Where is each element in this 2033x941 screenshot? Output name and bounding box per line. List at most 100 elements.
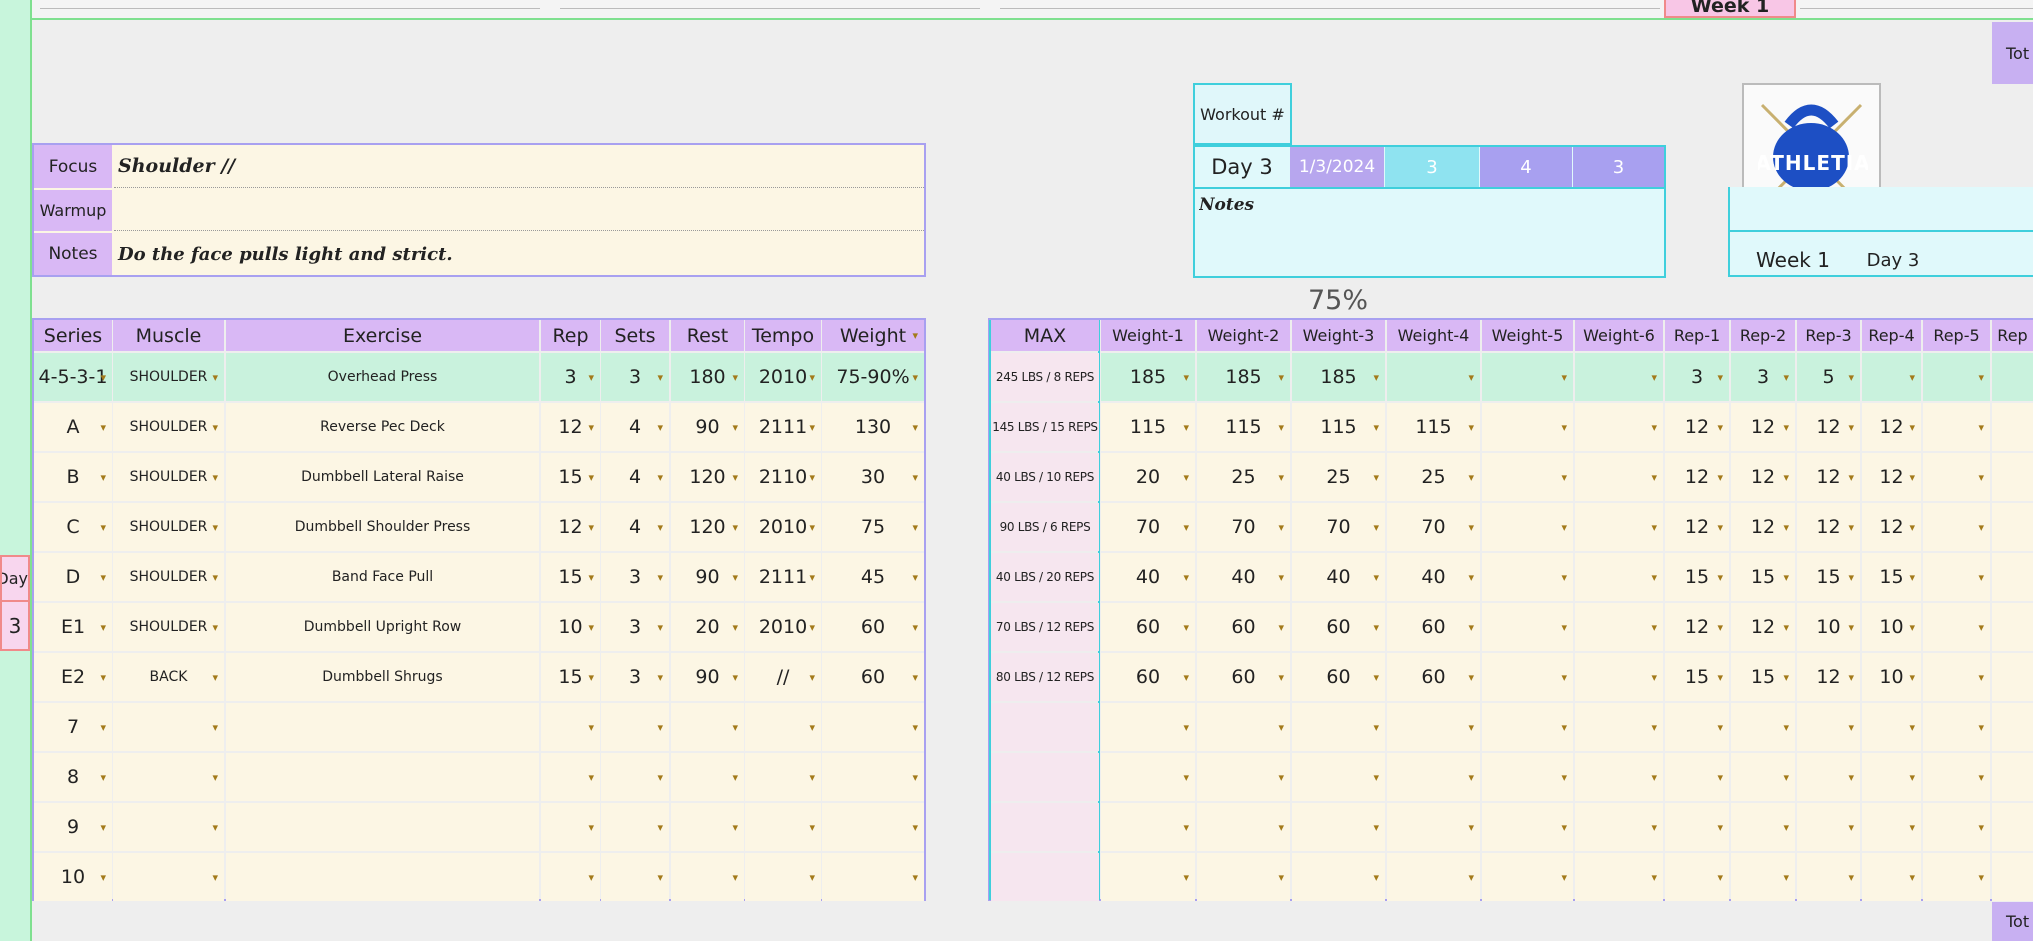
cell-weight-5[interactable]	[1482, 803, 1573, 851]
cell-rest[interactable]: 90	[671, 553, 744, 601]
cell-rep[interactable]	[541, 803, 600, 851]
cell-rep-5[interactable]	[1923, 403, 1990, 451]
cell-tempo[interactable]: //	[745, 653, 821, 701]
cell-rep-2[interactable]: 12	[1731, 453, 1795, 501]
cell-weight-3[interactable]: 25	[1292, 453, 1385, 501]
cell-max[interactable]	[991, 703, 1099, 751]
cell-rep-3[interactable]	[1797, 753, 1860, 801]
cell-sets[interactable]: 4	[601, 503, 669, 551]
cell-weight[interactable]: 30	[822, 453, 924, 501]
cell-weight-3[interactable]: 60	[1292, 603, 1385, 651]
cell-rep-5[interactable]	[1923, 653, 1990, 701]
cell-weight[interactable]: 75	[822, 503, 924, 551]
cell-tempo[interactable]: 2010	[745, 503, 821, 551]
cell-rep-4[interactable]	[1862, 753, 1921, 801]
cell-rep-3[interactable]	[1797, 803, 1860, 851]
cell-tempo[interactable]: 2010	[745, 603, 821, 651]
cell-sets[interactable]: 3	[601, 653, 669, 701]
cell-weight-3[interactable]: 40	[1292, 553, 1385, 601]
cell-sets[interactable]: 3	[601, 603, 669, 651]
cell-series[interactable]: A	[34, 403, 112, 451]
cell-weight-1[interactable]	[1101, 803, 1195, 851]
cell-weight-2[interactable]	[1197, 803, 1290, 851]
cell-muscle[interactable]: SHOULDER	[113, 403, 224, 451]
cell-rep-1[interactable]: 12	[1665, 453, 1729, 501]
cell-rep-5[interactable]	[1923, 603, 1990, 651]
cell-rep-5[interactable]	[1923, 453, 1990, 501]
cell-weight-4[interactable]: 115	[1387, 403, 1480, 451]
cell-sets[interactable]: 4	[601, 453, 669, 501]
cell-muscle[interactable]: SHOULDER	[113, 453, 224, 501]
cell-weight-1[interactable]: 70	[1101, 503, 1195, 551]
cell-rep-2[interactable]: 12	[1731, 503, 1795, 551]
cell-weight-3[interactable]	[1292, 853, 1385, 901]
cell-weight-5[interactable]	[1482, 453, 1573, 501]
cell-tempo[interactable]: 2110	[745, 453, 821, 501]
cell-weight-6[interactable]	[1575, 453, 1663, 501]
cell-weight-2[interactable]: 60	[1197, 653, 1290, 701]
cell-rep-3[interactable]: 15	[1797, 553, 1860, 601]
cell-series[interactable]: D	[34, 553, 112, 601]
cell-rep-6[interactable]	[1992, 653, 2033, 701]
cell-rep-6[interactable]	[1992, 853, 2033, 901]
cell-sets[interactable]	[601, 803, 669, 851]
cell-weight-1[interactable]: 115	[1101, 403, 1195, 451]
cell-series[interactable]: 10	[34, 853, 112, 901]
cell-exercise[interactable]: Dumbbell Upright Row	[226, 603, 539, 651]
cell-rep-1[interactable]	[1665, 753, 1729, 801]
cell-weight-1[interactable]	[1101, 753, 1195, 801]
cell-rep-5[interactable]	[1923, 703, 1990, 751]
cell-rep-4[interactable]: 10	[1862, 603, 1921, 651]
cell-tempo[interactable]	[745, 853, 821, 901]
cell-rep-3[interactable]	[1797, 853, 1860, 901]
cell-max[interactable]	[991, 803, 1099, 851]
cell-exercise[interactable]: Dumbbell Shoulder Press	[226, 503, 539, 551]
cell-rep-6[interactable]	[1992, 503, 2033, 551]
week-tab[interactable]: Week 1	[1664, 0, 1796, 18]
cell-series[interactable]: 4-5-3-1	[34, 353, 112, 401]
cell-rep-6[interactable]	[1992, 703, 2033, 751]
cell-exercise[interactable]: Dumbbell Lateral Raise	[226, 453, 539, 501]
cell-sets[interactable]	[601, 853, 669, 901]
cell-rep-6[interactable]	[1992, 453, 2033, 501]
cell-rep-2[interactable]: 3	[1731, 353, 1795, 401]
cell-rep-5[interactable]	[1923, 503, 1990, 551]
cell-weight[interactable]: 60	[822, 603, 924, 651]
cell-weight-6[interactable]	[1575, 803, 1663, 851]
cell-rep-1[interactable]	[1665, 803, 1729, 851]
cell-rep[interactable]: 12	[541, 403, 600, 451]
cell-series[interactable]: 8	[34, 753, 112, 801]
cell-rep-4[interactable]: 15	[1862, 553, 1921, 601]
cell-rep[interactable]: 15	[541, 453, 600, 501]
cell-weight[interactable]	[822, 853, 924, 901]
cell-rep-3[interactable]	[1797, 703, 1860, 751]
cell-rest[interactable]: 20	[671, 603, 744, 651]
cell-weight-5[interactable]	[1482, 703, 1573, 751]
cell-weight-1[interactable]: 60	[1101, 653, 1195, 701]
cell-rep-1[interactable]: 12	[1665, 403, 1729, 451]
cell-weight-6[interactable]	[1575, 853, 1663, 901]
cell-rep-4[interactable]	[1862, 703, 1921, 751]
cell-weight[interactable]: 75-90%	[822, 353, 924, 401]
workout-date[interactable]: 1/3/2024	[1290, 147, 1384, 187]
cell-rep-1[interactable]: 3	[1665, 353, 1729, 401]
cell-weight-5[interactable]	[1482, 353, 1573, 401]
cell-weight-4[interactable]: 40	[1387, 553, 1480, 601]
cell-exercise[interactable]: Dumbbell Shrugs	[226, 653, 539, 701]
cell-rep-5[interactable]	[1923, 353, 1990, 401]
cell-rep-4[interactable]	[1862, 803, 1921, 851]
cell-rep[interactable]	[541, 753, 600, 801]
cell-weight-2[interactable]: 115	[1197, 403, 1290, 451]
cell-weight-4[interactable]: 60	[1387, 653, 1480, 701]
cell-weight[interactable]	[822, 803, 924, 851]
cell-rep-6[interactable]	[1992, 403, 2033, 451]
cell-rep-4[interactable]: 12	[1862, 503, 1921, 551]
cell-weight-2[interactable]: 40	[1197, 553, 1290, 601]
cell-rest[interactable]: 120	[671, 503, 744, 551]
workout-value-3[interactable]: 3	[1573, 147, 1664, 187]
cell-weight-3[interactable]	[1292, 803, 1385, 851]
cell-tempo[interactable]: 2111	[745, 403, 821, 451]
cell-weight-2[interactable]	[1197, 753, 1290, 801]
cell-sets[interactable]: 3	[601, 353, 669, 401]
cell-weight-2[interactable]: 25	[1197, 453, 1290, 501]
